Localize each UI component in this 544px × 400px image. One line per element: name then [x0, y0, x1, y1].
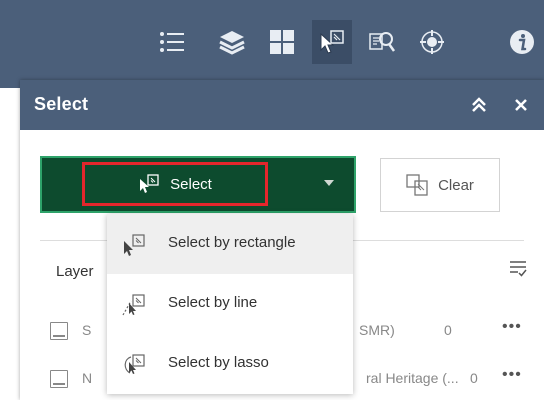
query-icon: [369, 32, 396, 52]
layer-count: 0: [470, 370, 478, 386]
select-by-rectangle-icon: [124, 234, 145, 256]
clear-selection-icon: [406, 174, 428, 196]
basemap-gallery-icon: [270, 30, 294, 54]
select-mode-dropdown: Select by rectangle Select by line Selec…: [107, 214, 353, 394]
layer-count: 0: [444, 322, 452, 338]
more-options-icon[interactable]: •••: [502, 318, 522, 336]
analysis-button[interactable]: [412, 20, 452, 64]
menu-item-label: Select by rectangle: [168, 234, 296, 251]
legend-button[interactable]: [152, 20, 192, 64]
select-by-lasso-icon: [124, 354, 145, 374]
select-icon: [320, 30, 344, 54]
query-button[interactable]: [362, 20, 402, 64]
select-split-button[interactable]: Select: [40, 156, 356, 213]
clear-button-label: Clear: [438, 176, 474, 194]
close-icon[interactable]: [510, 94, 532, 116]
more-options-icon[interactable]: •••: [502, 366, 522, 384]
select-button[interactable]: Select: [82, 162, 268, 206]
menu-item-label: Select by lasso: [168, 354, 269, 371]
basemap-gallery-button[interactable]: [262, 20, 302, 64]
widget-toolbar: [0, 0, 544, 88]
select-button-label: Select: [170, 175, 212, 193]
panel-header: Select: [20, 80, 544, 130]
select-by-line-icon: [122, 294, 145, 316]
analysis-icon: [420, 30, 444, 54]
select-dropdown-caret[interactable]: [324, 180, 334, 186]
panel-title: Select: [34, 94, 89, 114]
info-button[interactable]: [502, 20, 542, 64]
menu-item-select-by-rectangle[interactable]: Select by rectangle: [107, 214, 353, 274]
filter-list-icon[interactable]: [508, 258, 528, 278]
menu-item-label: Select by line: [168, 294, 258, 311]
info-icon: [510, 30, 534, 54]
menu-item-select-by-lasso[interactable]: Select by lasso: [107, 334, 353, 394]
layer-checkbox[interactable]: [50, 370, 68, 388]
clear-button[interactable]: Clear: [380, 158, 500, 212]
layers-label: Layer: [56, 263, 94, 280]
select-tool-button[interactable]: [312, 20, 352, 64]
legend-icon: [160, 32, 184, 52]
layer-checkbox[interactable]: [50, 322, 68, 340]
double-chevron-up-icon[interactable]: [468, 94, 490, 116]
menu-item-select-by-line[interactable]: Select by line: [107, 274, 353, 334]
layers-button[interactable]: [212, 20, 252, 64]
layers-icon: [219, 31, 245, 55]
select-rectangle-icon: [140, 174, 159, 193]
